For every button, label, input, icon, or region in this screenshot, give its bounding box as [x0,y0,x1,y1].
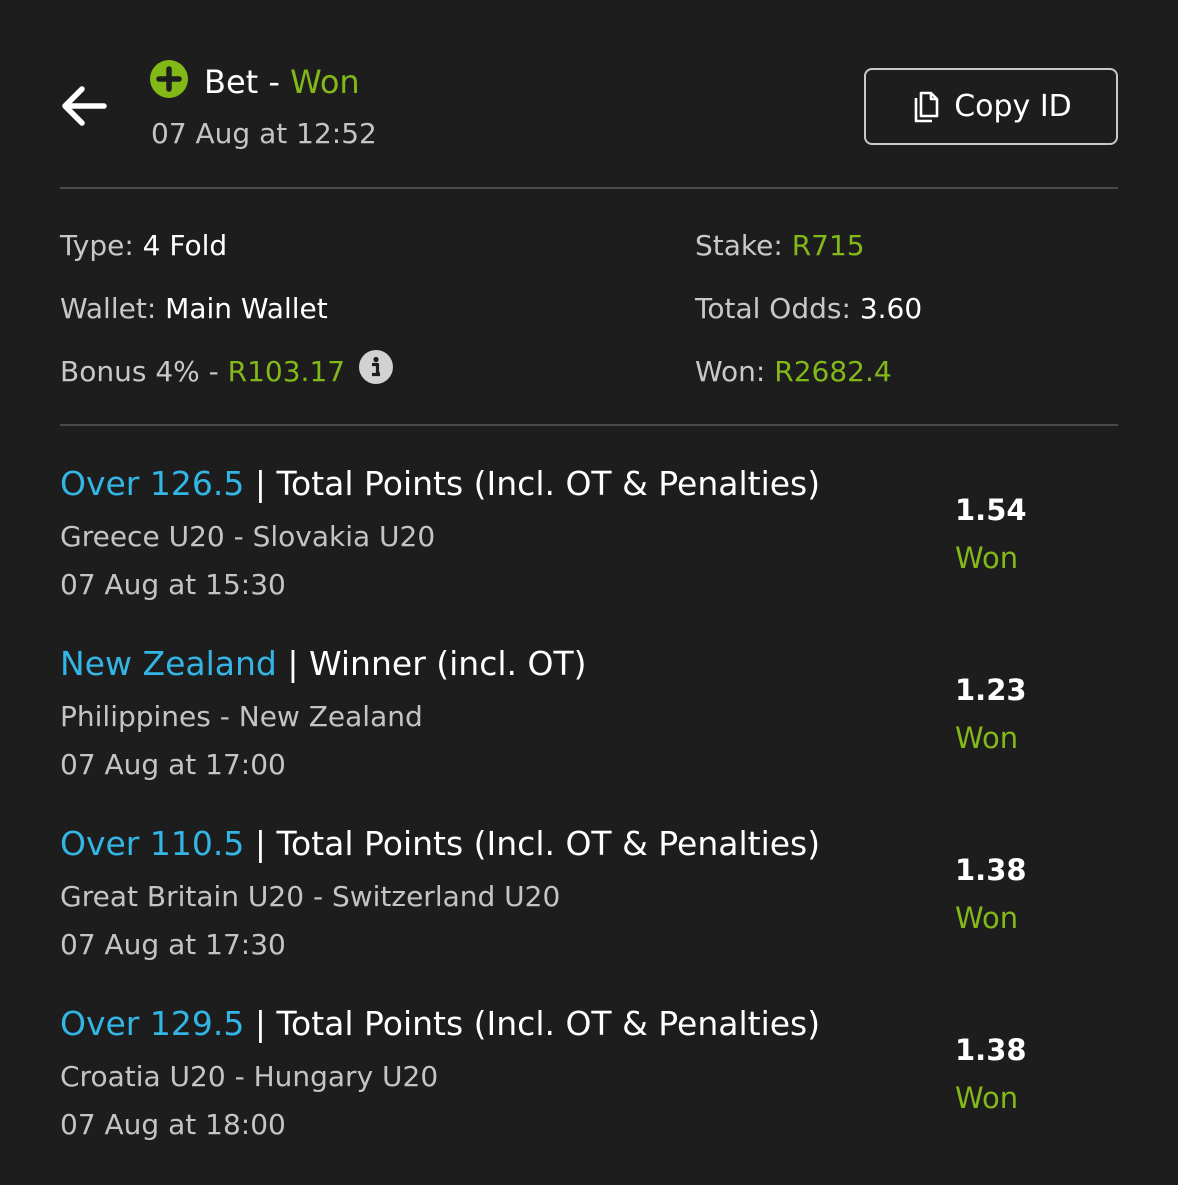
leg-time: 07 Aug at 17:00 [60,748,286,781]
leg-result: Won [955,1081,1019,1115]
leg-time: 07 Aug at 17:30 [60,928,286,961]
leg-separator: | [287,644,299,683]
won-value: R2682.4 [774,355,892,388]
total-odds: Total Odds: 3.60 [695,289,922,329]
wallet-label: Wallet: [60,292,157,325]
leg-selection: Over 126.5 [60,464,245,503]
leg-odds: 1.54 [955,493,1027,527]
back-button[interactable] [58,80,110,132]
odds-value: 3.60 [859,292,923,325]
leg-selection: Over 129.5 [60,1004,245,1043]
leg-odds: 1.38 [955,853,1027,887]
leg-separator: | [254,464,266,503]
leg-event: Great Britain U20 - Switzerland U20 [60,880,561,913]
leg-odds: 1.38 [955,1033,1027,1067]
leg-odds: 1.23 [955,673,1027,707]
bet-label: Bet [204,63,259,101]
wallet-value: Main Wallet [165,292,328,325]
bonus-label: Bonus 4% - [60,355,219,388]
leg-time: 07 Aug at 18:00 [60,1108,286,1141]
leg-event: Philippines - New Zealand [60,700,423,733]
title-separator: - [268,63,280,101]
stake-value: R715 [791,229,865,262]
bet-type: Type: 4 Fold [60,226,227,266]
wallet: Wallet: Main Wallet [60,289,328,329]
divider [60,187,1118,189]
leg-market: Over 129.5 | Total Points (Incl. OT & Pe… [60,1001,820,1047]
leg-separator: | [254,824,266,863]
leg-market: New Zealand | Winner (incl. OT) [60,641,587,687]
stake: Stake: R715 [695,226,865,266]
leg-market-name: Total Points (Incl. OT & Penalties) [276,464,821,503]
leg-market-name: Total Points (Incl. OT & Penalties) [276,1004,821,1043]
type-label: Type: [60,229,134,262]
copy-id-label: Copy ID [954,89,1072,124]
leg-result: Won [955,901,1019,935]
leg-market: Over 110.5 | Total Points (Incl. OT & Pe… [60,821,820,867]
leg-market-name: Winner (incl. OT) [308,644,587,683]
won-label: Won: [695,355,766,388]
copy-icon [914,91,939,122]
leg-selection: New Zealand [60,644,277,683]
arrow-left-icon [62,86,107,126]
won-amount: Won: R2682.4 [695,352,892,392]
leg-market: Over 126.5 | Total Points (Incl. OT & Pe… [60,461,820,507]
leg-selection: Over 110.5 [60,824,245,863]
bonus: Bonus 4% - R103.17 [60,352,345,392]
leg-event: Croatia U20 - Hungary U20 [60,1060,439,1093]
leg-time: 07 Aug at 15:30 [60,568,286,601]
divider [60,424,1118,426]
placed-time: 07 Aug at 12:52 [151,117,377,150]
leg-event: Greece U20 - Slovakia U20 [60,520,436,553]
info-icon[interactable] [359,350,393,384]
page-title: Bet - Won [204,58,360,106]
bet-status: Won [290,63,360,101]
leg-separator: | [254,1004,266,1043]
stake-label: Stake: [695,229,783,262]
bonus-value: R103.17 [227,355,346,388]
leg-market-name: Total Points (Incl. OT & Penalties) [276,824,821,863]
plus-circle-icon [150,60,188,98]
copy-id-button[interactable]: Copy ID [864,68,1118,145]
odds-label: Total Odds: [695,292,851,325]
leg-result: Won [955,541,1019,575]
leg-result: Won [955,721,1019,755]
type-value: 4 Fold [142,229,228,262]
